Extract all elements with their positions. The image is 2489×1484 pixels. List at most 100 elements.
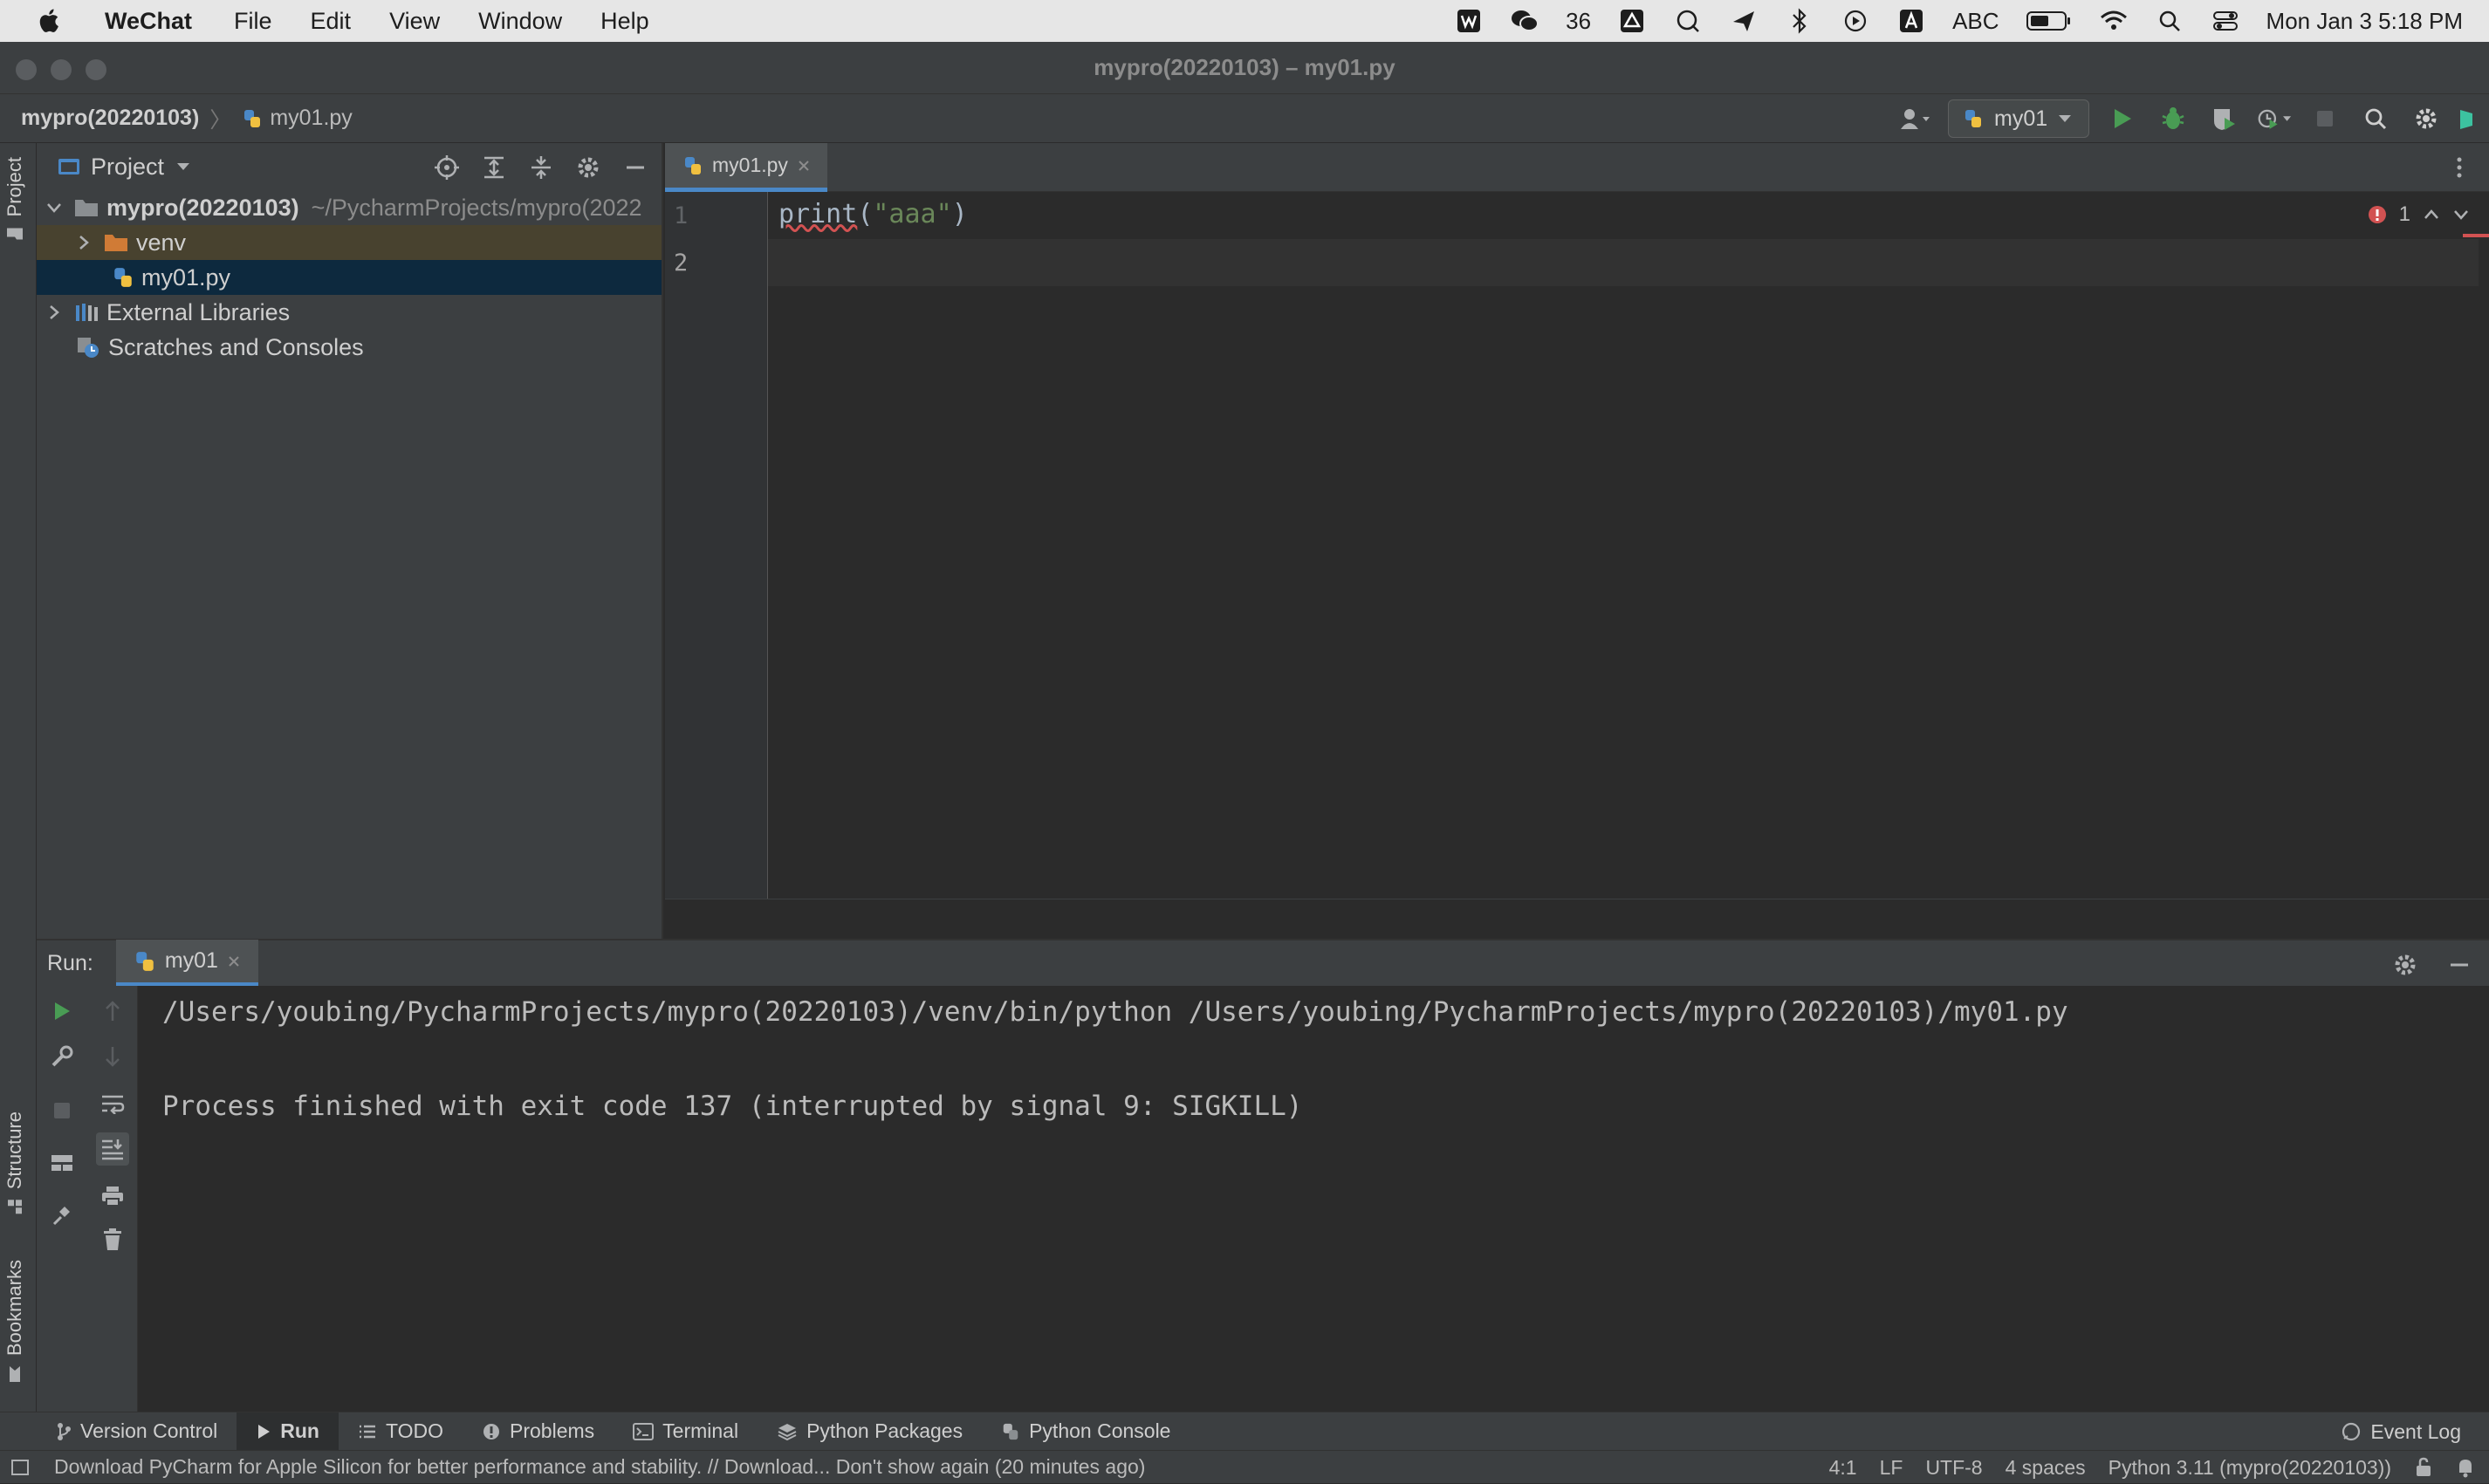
run-play-icon[interactable] — [2105, 101, 2140, 136]
chevron-up-icon[interactable] — [2423, 209, 2440, 221]
status-notification-message[interactable]: Download PyCharm for Apple Silicon for b… — [54, 1455, 1145, 1479]
notifications-icon[interactable] — [2456, 1457, 2475, 1478]
terminal-icon — [633, 1422, 655, 1440]
search-everywhere-icon[interactable] — [2358, 101, 2393, 136]
hide-run-panel-icon[interactable] — [2442, 947, 2477, 982]
soft-wrap-icon[interactable] — [96, 1087, 129, 1120]
wifi-icon[interactable] — [2099, 6, 2129, 36]
tool-tab-event-log[interactable]: Event Log — [2341, 1412, 2461, 1451]
chevron-right-icon[interactable] — [75, 234, 93, 251]
status-file-encoding[interactable]: UTF-8 — [1925, 1456, 1982, 1480]
tool-tab-structure[interactable]: Structure — [3, 1111, 26, 1215]
tree-item-project-root[interactable]: mypro(20220103) ~/PycharmProjects/mypro(… — [37, 190, 662, 225]
inspection-widget[interactable]: 1 — [2368, 202, 2470, 227]
run-settings-gear-icon[interactable] — [2388, 947, 2423, 982]
breadcrumb-project[interactable]: mypro(20220103) — [21, 106, 199, 131]
chevron-down-icon[interactable] — [2452, 209, 2470, 221]
tool-tab-python-packages[interactable]: Python Packages — [758, 1412, 982, 1451]
debug-bug-icon[interactable] — [2156, 101, 2191, 136]
media-play-icon[interactable] — [1841, 6, 1870, 36]
window-zoom-button[interactable] — [86, 59, 106, 80]
tool-tab-python-console[interactable]: Python Console — [982, 1412, 1190, 1451]
tree-item-venv[interactable]: venv — [37, 225, 662, 260]
print-icon[interactable] — [96, 1180, 129, 1213]
tree-item-external-libraries[interactable]: External Libraries — [37, 295, 662, 330]
send-tray-icon[interactable] — [1729, 6, 1759, 36]
window-minimize-button[interactable] — [51, 59, 72, 80]
tool-tab-problems[interactable]: Problems — [463, 1412, 614, 1451]
scroll-up-icon[interactable] — [96, 995, 129, 1028]
tool-tab-todo[interactable]: TODO — [339, 1412, 463, 1451]
input-source-icon[interactable] — [1896, 6, 1926, 36]
code-editor[interactable]: 1 2 print("aaa") 1 — [665, 192, 2489, 899]
wechat-tray-icon[interactable] — [1510, 6, 1539, 36]
rerun-icon[interactable] — [45, 995, 79, 1028]
chevron-down-icon[interactable] — [175, 161, 192, 173]
status-indent[interactable]: 4 spaces — [2006, 1456, 2086, 1480]
project-panel-title[interactable]: Project — [91, 154, 164, 181]
input-source-label[interactable]: ABC — [1952, 8, 1999, 35]
chat-search-tray-icon[interactable] — [1673, 6, 1703, 36]
settings-gear-icon[interactable] — [2409, 101, 2444, 136]
more-vertical-icon[interactable] — [2442, 150, 2477, 185]
project-settings-gear-icon[interactable] — [571, 150, 606, 185]
stop-process-icon[interactable] — [45, 1094, 79, 1127]
drive-tray-icon[interactable] — [1617, 6, 1647, 36]
menubar-clock[interactable]: Mon Jan 3 5:18 PM — [2266, 8, 2463, 35]
coverage-icon[interactable] — [2206, 101, 2241, 136]
tool-tab-terminal[interactable]: Terminal — [614, 1412, 758, 1451]
readonly-lock-icon[interactable] — [2414, 1457, 2433, 1478]
run-tab-my01[interactable]: my01 — [115, 940, 258, 987]
breadcrumb-separator-icon: 〉 — [209, 107, 232, 133]
chevron-down-icon[interactable] — [45, 199, 63, 216]
menu-help[interactable]: Help — [600, 8, 649, 35]
stop-icon[interactable] — [2307, 101, 2342, 136]
tree-item-my01-py[interactable]: my01.py — [37, 260, 662, 295]
restore-layout-icon[interactable] — [45, 1146, 79, 1180]
scroll-to-end-icon[interactable] — [96, 1132, 129, 1166]
pin-tab-icon[interactable] — [45, 1199, 79, 1232]
tool-tab-bookmarks[interactable]: Bookmarks — [3, 1260, 26, 1384]
menu-app-name[interactable]: WeChat — [105, 8, 192, 35]
hide-panel-icon[interactable] — [618, 150, 653, 185]
menu-window[interactable]: Window — [478, 8, 562, 35]
spotlight-search-icon[interactable] — [2155, 6, 2184, 36]
breadcrumb-file[interactable]: my01.py — [242, 106, 353, 131]
run-configuration-select[interactable]: my01 — [1948, 99, 2089, 138]
window-close-button[interactable] — [16, 59, 37, 80]
menu-view[interactable]: View — [389, 8, 440, 35]
editor-tab-my01-py[interactable]: my01.py — [665, 143, 827, 192]
close-tab-icon[interactable] — [797, 159, 811, 173]
line-number: 1 — [674, 202, 689, 229]
expand-all-icon[interactable] — [477, 150, 511, 185]
status-line-separator[interactable]: LF — [1880, 1456, 1903, 1480]
vcs-user-icon[interactable] — [1897, 101, 1932, 136]
control-center-icon[interactable] — [2211, 6, 2240, 36]
error-stripe-marker[interactable] — [2463, 234, 2489, 237]
menu-file[interactable]: File — [234, 8, 272, 35]
status-caret-position[interactable]: 4:1 — [1829, 1456, 1857, 1480]
close-tab-icon[interactable] — [227, 954, 241, 968]
apple-logo-icon[interactable] — [35, 6, 65, 36]
locate-file-icon[interactable] — [429, 150, 464, 185]
clear-trash-icon[interactable] — [96, 1223, 129, 1256]
menu-edit[interactable]: Edit — [311, 8, 352, 35]
edit-configuration-wrench-icon[interactable] — [45, 1040, 79, 1073]
status-interpreter[interactable]: Python 3.11 (mypro(20220103)) — [2108, 1456, 2391, 1480]
tool-tab-version-control[interactable]: Version Control — [37, 1412, 237, 1451]
jetbrains-logo-icon[interactable] — [2459, 101, 2473, 136]
error-icon — [2368, 206, 2386, 223]
run-console-output[interactable]: /Users/youbing/PycharmProjects/mypro(202… — [138, 986, 2489, 1412]
bluetooth-icon[interactable] — [1785, 6, 1814, 36]
battery-icon[interactable] — [2026, 6, 2073, 36]
profile-icon[interactable] — [2257, 101, 2292, 136]
chevron-right-icon[interactable] — [45, 304, 63, 321]
collapse-all-icon[interactable] — [524, 150, 559, 185]
tool-tab-project[interactable]: Project — [3, 157, 26, 243]
scroll-down-icon[interactable] — [96, 1040, 129, 1073]
tool-tab-run[interactable]: Run — [237, 1412, 339, 1451]
tree-item-scratches[interactable]: Scratches and Consoles — [37, 330, 662, 365]
code-line-1[interactable]: print("aaa") — [778, 199, 968, 229]
toggle-tool-windows-icon[interactable] — [10, 1459, 30, 1476]
wps-tray-icon[interactable] — [1454, 6, 1484, 36]
